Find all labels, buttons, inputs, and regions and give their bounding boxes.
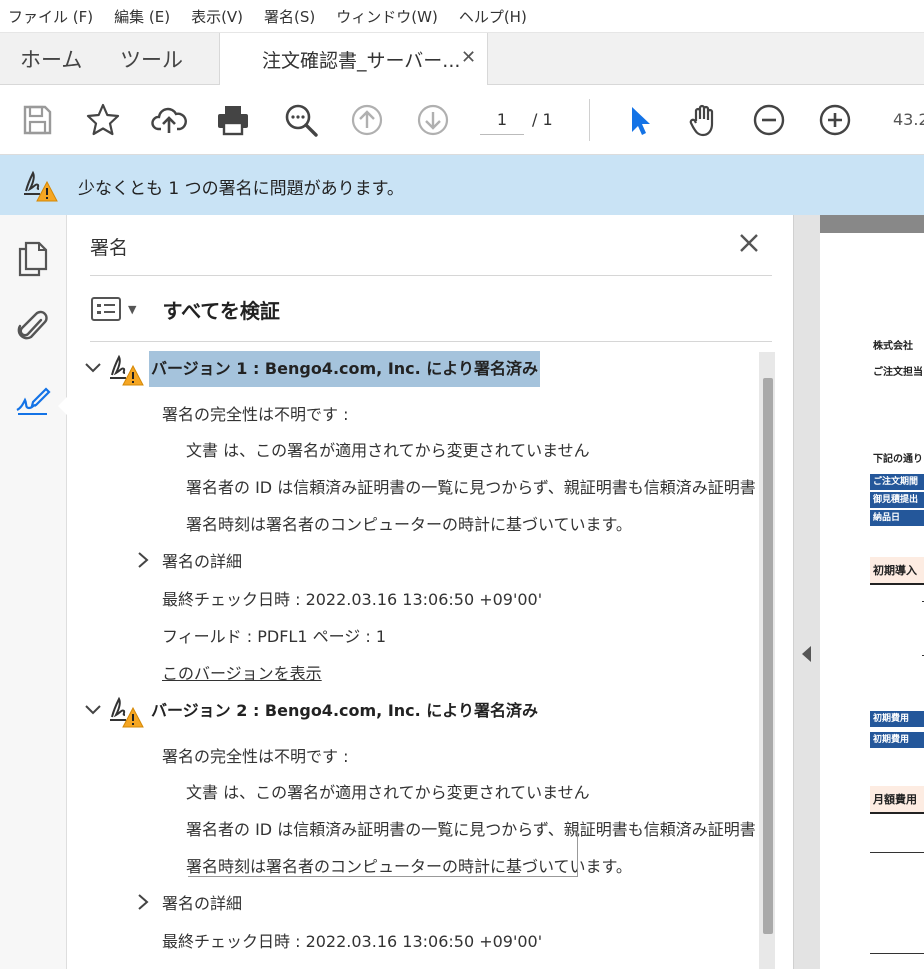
detail-line: 文書 は、この署名が適用されてから変更されていません <box>186 783 590 802</box>
menu-window[interactable]: ウィンドウ(W) <box>336 6 438 27</box>
doc-table-row: ご注文期間 <box>870 474 924 491</box>
field-info: フィールド : PDFL1 ページ : 1 <box>162 627 387 646</box>
signature-version-2[interactable]: バージョン 2 : Bengo4.com, Inc. により署名済み <box>81 691 757 731</box>
prev-page-icon[interactable] <box>348 101 386 139</box>
signature-warning-icon <box>110 354 144 386</box>
doc-contact: ご注文担当 <box>873 367 923 378</box>
doc-rule <box>870 953 924 954</box>
page-total: / 1 <box>532 110 553 129</box>
panel-splitter[interactable] <box>793 215 820 969</box>
zoom-level-field[interactable]: 43.2 <box>893 105 924 135</box>
chevron-right-icon[interactable] <box>135 551 151 569</box>
menu-help[interactable]: ヘルプ(H) <box>459 6 527 27</box>
signature-list: バージョン 1 : Bengo4.com, Inc. により署名済み 署名の完全… <box>67 345 757 969</box>
zoom-in-icon[interactable] <box>816 101 854 139</box>
star-icon[interactable] <box>84 101 122 139</box>
tab-home[interactable]: ホーム <box>20 33 82 85</box>
signature-warning-icon <box>24 170 58 202</box>
menu-view[interactable]: 表示(V) <box>191 6 243 27</box>
signature-warning-icon <box>110 696 144 728</box>
panel-divider <box>90 275 772 276</box>
search-zoom-icon[interactable] <box>282 101 320 139</box>
panel-close-icon[interactable] <box>737 231 761 255</box>
menu-edit[interactable]: 編集 (E) <box>114 6 170 27</box>
verify-all-button[interactable]: すべてを検証 <box>162 295 279 324</box>
tab-document[interactable]: 注文確認書_サーバー... <box>219 33 488 86</box>
signature-version-1[interactable]: バージョン 1 : Bengo4.com, Inc. により署名済み <box>81 349 757 389</box>
detail-line: 文書 は、この署名が適用されてから変更されていません <box>186 441 590 460</box>
tab-document-label: 注文確認書_サーバー... <box>262 50 461 72</box>
collapse-panel-arrow-icon[interactable] <box>802 646 811 662</box>
select-cursor-icon[interactable] <box>620 101 658 139</box>
doc-rule <box>870 852 924 853</box>
page-number-input[interactable]: 1 <box>480 105 524 135</box>
panel-title: 署名 <box>90 237 129 259</box>
attachment-icon[interactable] <box>15 308 51 346</box>
view-version-link[interactable]: このバージョンを表示 <box>162 660 322 684</box>
verify-all-row: ▼ すべてを検証 <box>90 291 280 327</box>
chevron-right-icon[interactable] <box>135 893 151 911</box>
last-checked: 最終チェック日時 : 2022.03.16 13:06:50 +09'00' <box>162 590 543 609</box>
save-icon[interactable] <box>18 101 56 139</box>
doc-company: 株式会社 <box>873 341 913 352</box>
detail-line: 署名時刻は署名者のコンピューターの時計に基づいています。 <box>186 515 632 534</box>
doc-table-row: 納品日 <box>870 510 924 527</box>
next-page-icon[interactable] <box>414 101 452 139</box>
left-navigation-rail <box>0 215 68 969</box>
toolbar: 1 / 1 43.2 <box>0 85 924 155</box>
chevron-down-icon[interactable] <box>84 701 102 719</box>
integrity-status: 署名の完全性は不明です : <box>162 405 349 424</box>
doc-section-header: 初期導入 <box>870 557 924 585</box>
integrity-status: 署名の完全性は不明です : <box>162 747 349 766</box>
zoom-out-icon[interactable] <box>750 101 788 139</box>
doc-table-row: 御見積提出 <box>870 492 924 509</box>
options-list-icon[interactable] <box>90 295 122 323</box>
banner-message: 少なくとも 1 つの署名に問題があります。 <box>78 179 404 199</box>
chevron-down-icon[interactable] <box>84 359 102 377</box>
tab-bar: ホーム ツール 注文確認書_サーバー... ✕ <box>0 33 924 86</box>
hand-tool-icon[interactable] <box>685 101 723 139</box>
doc-table-row: 初期費用 <box>870 711 924 728</box>
menu-bar: ファイル (F) 編集 (E) 表示(V) 署名(S) ウィンドウ(W) ヘルプ… <box>0 0 924 33</box>
toolbar-divider <box>589 99 590 141</box>
doc-section-header: 月額費用 <box>870 786 924 814</box>
signature-panel-icon[interactable] <box>15 380 51 418</box>
scrollbar-thumb[interactable] <box>763 378 773 934</box>
tab-tools[interactable]: ツール <box>120 33 183 85</box>
version-title[interactable]: バージョン 1 : Bengo4.com, Inc. により署名済み <box>149 351 540 387</box>
last-checked: 最終チェック日時 : 2022.03.16 13:06:50 +09'00' <box>162 932 543 951</box>
signature-warning-banner: 少なくとも 1 つの署名に問題があります。 <box>0 155 924 215</box>
detail-line: 署名者の ID は信頼済み証明書の一覧に見つからず、親証明書も信頼済み証明書で <box>186 478 757 497</box>
cloud-upload-icon[interactable] <box>150 101 188 139</box>
signature-panel: 署名 ▼ すべてを検証 バージョン 1 : Bengo4.com, Inc. に… <box>67 215 793 969</box>
signature-details-toggle[interactable]: 署名の詳細 <box>162 548 242 572</box>
pages-icon[interactable] <box>15 239 51 277</box>
print-icon[interactable] <box>214 101 252 139</box>
menu-sign[interactable]: 署名(S) <box>264 6 315 27</box>
tooltip-outline <box>188 831 578 877</box>
tab-close-icon[interactable]: ✕ <box>461 47 476 68</box>
version-title[interactable]: バージョン 2 : Bengo4.com, Inc. により署名済み <box>149 693 540 729</box>
document-page-edge <box>820 215 924 233</box>
signature-details-toggle[interactable]: 署名の詳細 <box>162 890 242 914</box>
doc-table-row: 初期費用 <box>870 732 924 749</box>
panel-divider <box>90 341 772 342</box>
document-view[interactable]: 株式会社 ご注文担当 下記の通り ご注文期間 御見積提出 納品日 初期導入 初期… <box>820 215 924 969</box>
doc-notice: 下記の通り <box>873 454 923 465</box>
options-dropdown-icon[interactable]: ▼ <box>128 303 136 316</box>
menu-file[interactable]: ファイル (F) <box>8 6 93 27</box>
